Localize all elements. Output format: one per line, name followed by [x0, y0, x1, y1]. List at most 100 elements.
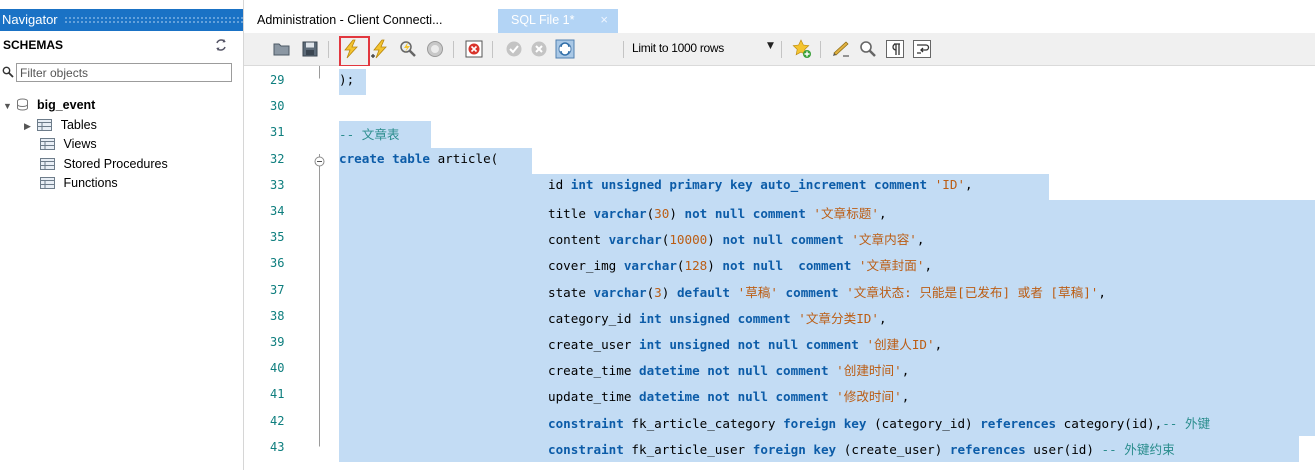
explain-icon[interactable]	[398, 39, 418, 59]
line-number: 30	[270, 99, 285, 114]
schema-item-big-event[interactable]: ▼ big_event	[3, 96, 95, 115]
code-line: );	[339, 72, 354, 87]
code-line: title varchar(30) not null comment '文章标题…	[548, 203, 887, 222]
execute-highlight-box	[339, 36, 370, 67]
code-token: ,	[916, 232, 925, 248]
code-token: -- 外键	[1162, 415, 1211, 431]
code-token: '创建时间'	[836, 363, 902, 379]
code-token: comment	[777, 284, 847, 300]
code-token: title	[548, 206, 594, 221]
line-number: 42	[270, 413, 285, 428]
code-token: update_time	[548, 389, 639, 405]
close-icon[interactable]: ×	[600, 9, 608, 31]
tab-sql-file[interactable]: SQL File 1* ×	[498, 9, 618, 33]
toolbar-separator	[781, 41, 782, 58]
code-token: create table	[339, 150, 438, 166]
tree-item-label: Tables	[60, 118, 97, 132]
line-number: 35	[270, 230, 285, 245]
toolbar-separator	[328, 41, 329, 58]
rollback-icon[interactable]	[529, 39, 549, 59]
line-number: 40	[270, 361, 285, 376]
code-line: constraint fk_article_category foreign k…	[548, 413, 1210, 432]
code-token: state	[548, 284, 594, 300]
refresh-icon[interactable]	[214, 38, 228, 52]
code-token: int unsigned primary key auto_increment …	[570, 176, 935, 192]
code-token: );	[339, 72, 355, 87]
code-token: default	[676, 284, 738, 300]
search-icon	[2, 66, 14, 78]
sql-editor[interactable]: 29); 30 31 -- 文章表 32 create table article(33 i…	[244, 66, 1315, 470]
code-token: ,	[901, 363, 910, 379]
execute-statement-icon[interactable]	[370, 39, 390, 59]
code-token: '草稿'	[737, 284, 778, 300]
code-token: not null comment	[722, 232, 852, 248]
tab-label: Administration - Client Connecti...	[257, 13, 443, 27]
code-token: (category_id)	[874, 415, 981, 431]
tab-administration[interactable]: Administration - Client Connecti...	[244, 9, 492, 33]
code-line: create_user int unsigned not null commen…	[548, 334, 942, 353]
toolbar-separator	[492, 41, 493, 58]
filter-objects-input[interactable]	[16, 63, 232, 82]
line-number: 38	[270, 308, 285, 323]
procedures-folder-icon	[40, 158, 55, 170]
invisible-chars-icon[interactable]	[885, 39, 905, 59]
code-token: category(id),	[1063, 415, 1163, 431]
code-token: ,	[965, 176, 973, 192]
code-token: varchar	[608, 232, 662, 248]
database-icon	[17, 98, 29, 111]
stop-icon[interactable]	[425, 39, 445, 59]
code-token: datetime not null comment	[639, 363, 837, 379]
line-number: 34	[270, 204, 285, 218]
find-icon[interactable]	[858, 39, 878, 59]
code-token: id	[548, 176, 571, 192]
beautify-icon[interactable]	[831, 39, 851, 59]
code-token: int unsigned not null comment	[639, 337, 867, 352]
code-token: references	[980, 415, 1064, 431]
code-line: create table article(	[339, 151, 498, 166]
filter-bar	[0, 63, 234, 84]
navigator-panel: Navigator SCHEMAS ▼ big_event ▶ Tables V…	[0, 0, 244, 470]
code-token: foreign key	[783, 415, 875, 431]
tree-item-label: Functions	[63, 176, 118, 190]
open-file-icon[interactable]	[272, 39, 292, 59]
line-number: 39	[270, 335, 285, 349]
line-number: 41	[270, 387, 285, 402]
fold-guide	[319, 66, 320, 447]
code-token: -- 文章表	[339, 127, 400, 143]
code-token: 3	[654, 284, 662, 300]
tree-item-tables[interactable]: ▶ Tables	[24, 116, 97, 135]
autocommit-icon[interactable]	[555, 39, 575, 59]
tree-item-views[interactable]: Views	[40, 135, 97, 154]
tab-label: SQL File 1*	[511, 13, 575, 27]
line-number: 36	[270, 256, 285, 271]
limit-rows-select[interactable]: Limit to 1000 rows	[632, 41, 724, 55]
chevron-down-icon[interactable]: ▼	[767, 41, 774, 51]
code-line: category_id int unsigned comment '文章分类ID…	[548, 308, 887, 327]
add-snippet-icon[interactable]	[792, 39, 812, 59]
fold-collapse-icon[interactable]	[314, 156, 325, 167]
line-number: 32	[270, 151, 285, 166]
code-token: content	[548, 232, 609, 248]
schema-name: big_event	[36, 98, 96, 112]
navigator-title: Navigator	[2, 12, 62, 27]
schemas-label: SCHEMAS	[3, 38, 64, 52]
wrap-icon[interactable]	[912, 39, 932, 59]
expand-triangle-icon[interactable]: ▼	[3, 97, 13, 116]
tree-item-stored-procedures[interactable]: Stored Procedures	[40, 155, 168, 174]
code-token: '创建人ID'	[866, 337, 935, 352]
tree-item-functions[interactable]: Functions	[40, 174, 118, 193]
toggle-error-icon[interactable]	[464, 39, 484, 59]
tree-item-label: Stored Procedures	[63, 157, 168, 171]
toolbar-separator	[820, 41, 821, 58]
code-token: )	[707, 258, 723, 274]
code-token: )	[669, 206, 685, 221]
code-token: not null comment	[722, 258, 859, 274]
expand-triangle-icon[interactable]: ▶	[24, 117, 34, 136]
save-icon[interactable]	[300, 39, 320, 59]
commit-icon[interactable]	[504, 39, 524, 59]
code-token: '文章标题'	[813, 206, 879, 221]
code-token: ,	[878, 206, 887, 221]
code-token: create_user	[548, 337, 639, 352]
code-token: varchar	[623, 258, 677, 274]
code-token: (create_user)	[843, 441, 950, 457]
